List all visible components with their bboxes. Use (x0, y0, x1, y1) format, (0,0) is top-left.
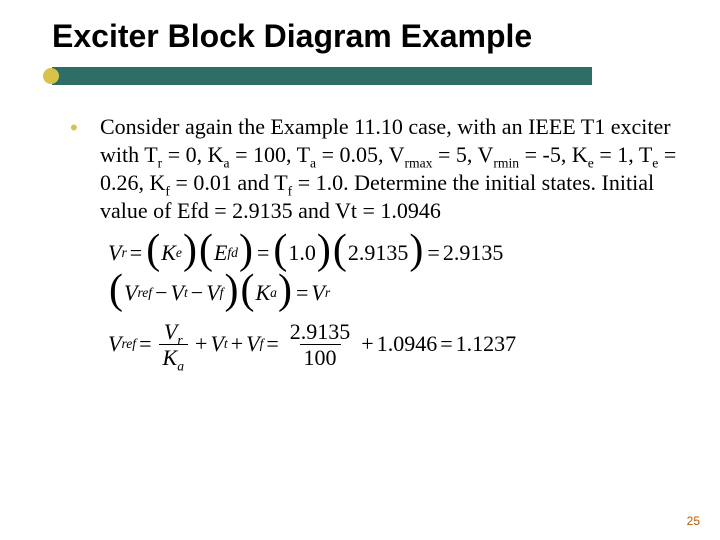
equation-2: (Vref −Vt −Vf)(Ka) = Vr (108, 280, 680, 306)
page-number: 25 (687, 514, 700, 528)
bullet-text: Consider again the Example 11.10 case, w… (100, 113, 680, 226)
accent-bar-wrap (0, 61, 720, 87)
title-area: Exciter Block Diagram Example (0, 0, 720, 55)
equations-block: Vr = (Ke)(Efd) = (1.0)(2.9135) = 2.9135 … (0, 226, 720, 369)
slide-title: Exciter Block Diagram Example (52, 18, 720, 55)
equation-1: Vr = (Ke)(Efd) = (1.0)(2.9135) = 2.9135 (108, 240, 680, 266)
bullet-dot-icon: • (70, 113, 100, 226)
bullet-item: • Consider again the Example 11.10 case,… (70, 113, 680, 226)
content-area: • Consider again the Example 11.10 case,… (0, 87, 720, 226)
accent-bar (52, 67, 592, 85)
accent-dot-icon (43, 68, 59, 84)
equation-3: Vref = Vr Ka +Vt +Vf = 2.9135 100 +1.094… (108, 320, 680, 369)
